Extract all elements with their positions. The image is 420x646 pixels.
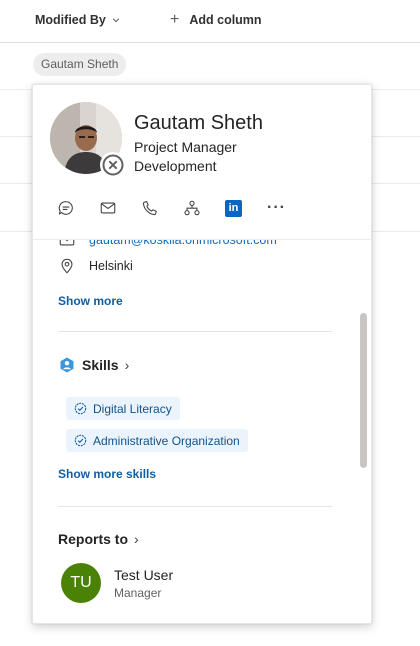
skill-chip[interactable]: Administrative Organization bbox=[66, 429, 248, 452]
chevron-down-icon bbox=[112, 18, 120, 23]
department: Development bbox=[134, 158, 217, 174]
reports-to-section-title[interactable]: Reports to › bbox=[58, 531, 139, 547]
linkedin-icon: in bbox=[225, 199, 242, 217]
location-text: Helsinki bbox=[89, 259, 133, 273]
column-header-modified-by[interactable]: Modified By bbox=[35, 13, 120, 27]
scrollbar-thumb[interactable] bbox=[360, 313, 367, 468]
profile-card: gautam@koskila.onmicrosoft.com Helsinki … bbox=[32, 84, 372, 624]
mail-icon bbox=[100, 202, 116, 214]
section-divider bbox=[58, 331, 332, 332]
skills-section-title[interactable]: Skills › bbox=[58, 356, 129, 374]
call-button[interactable] bbox=[141, 197, 183, 219]
chevron-right-icon: › bbox=[124, 357, 130, 373]
list-header: Modified By + Add column bbox=[0, 0, 420, 43]
show-more-link[interactable]: Show more bbox=[58, 294, 123, 308]
skill-label: Administrative Organization bbox=[93, 433, 240, 448]
show-more-skills-link[interactable]: Show more skills bbox=[58, 467, 156, 481]
plus-icon: + bbox=[170, 11, 180, 28]
location-row: Helsinki bbox=[58, 257, 133, 275]
verified-check-icon bbox=[74, 434, 87, 447]
more-icon: ··· bbox=[267, 199, 286, 216]
skill-chip[interactable]: Digital Literacy bbox=[66, 397, 180, 420]
job-title: Project Manager bbox=[134, 139, 237, 155]
email-button[interactable] bbox=[99, 197, 141, 219]
chat-button[interactable] bbox=[57, 197, 99, 219]
manager-name[interactable]: Test User bbox=[114, 567, 173, 583]
org-chart-button[interactable] bbox=[183, 197, 225, 219]
skills-icon bbox=[60, 357, 74, 373]
chat-icon bbox=[58, 201, 73, 215]
add-column-button[interactable]: + Add column bbox=[170, 11, 262, 28]
modified-by-persona-chip[interactable]: Gautam Sheth bbox=[33, 53, 127, 76]
location-pin-icon bbox=[61, 258, 73, 274]
presence-offline-icon bbox=[100, 152, 126, 178]
person-name: Gautam Sheth bbox=[134, 112, 263, 134]
phone-icon bbox=[142, 200, 157, 216]
manager-avatar[interactable]: TU bbox=[61, 563, 101, 603]
org-chart-icon bbox=[184, 200, 200, 216]
manager-role: Manager bbox=[114, 586, 162, 600]
add-column-label: Add column bbox=[189, 13, 262, 27]
section-divider bbox=[58, 506, 332, 507]
skill-label: Digital Literacy bbox=[93, 401, 172, 416]
chevron-right-icon: › bbox=[134, 531, 139, 547]
skills-title: Skills bbox=[82, 357, 119, 373]
column-header-label: Modified By bbox=[35, 13, 106, 27]
profile-card-header: Gautam Sheth Project Manager Development… bbox=[33, 85, 371, 240]
verified-check-icon bbox=[74, 402, 87, 415]
linkedin-button[interactable]: in bbox=[225, 197, 267, 219]
more-actions-button[interactable]: ··· bbox=[267, 197, 309, 219]
reports-to-title: Reports to bbox=[58, 531, 128, 547]
quick-actions: in ··· bbox=[57, 197, 309, 219]
